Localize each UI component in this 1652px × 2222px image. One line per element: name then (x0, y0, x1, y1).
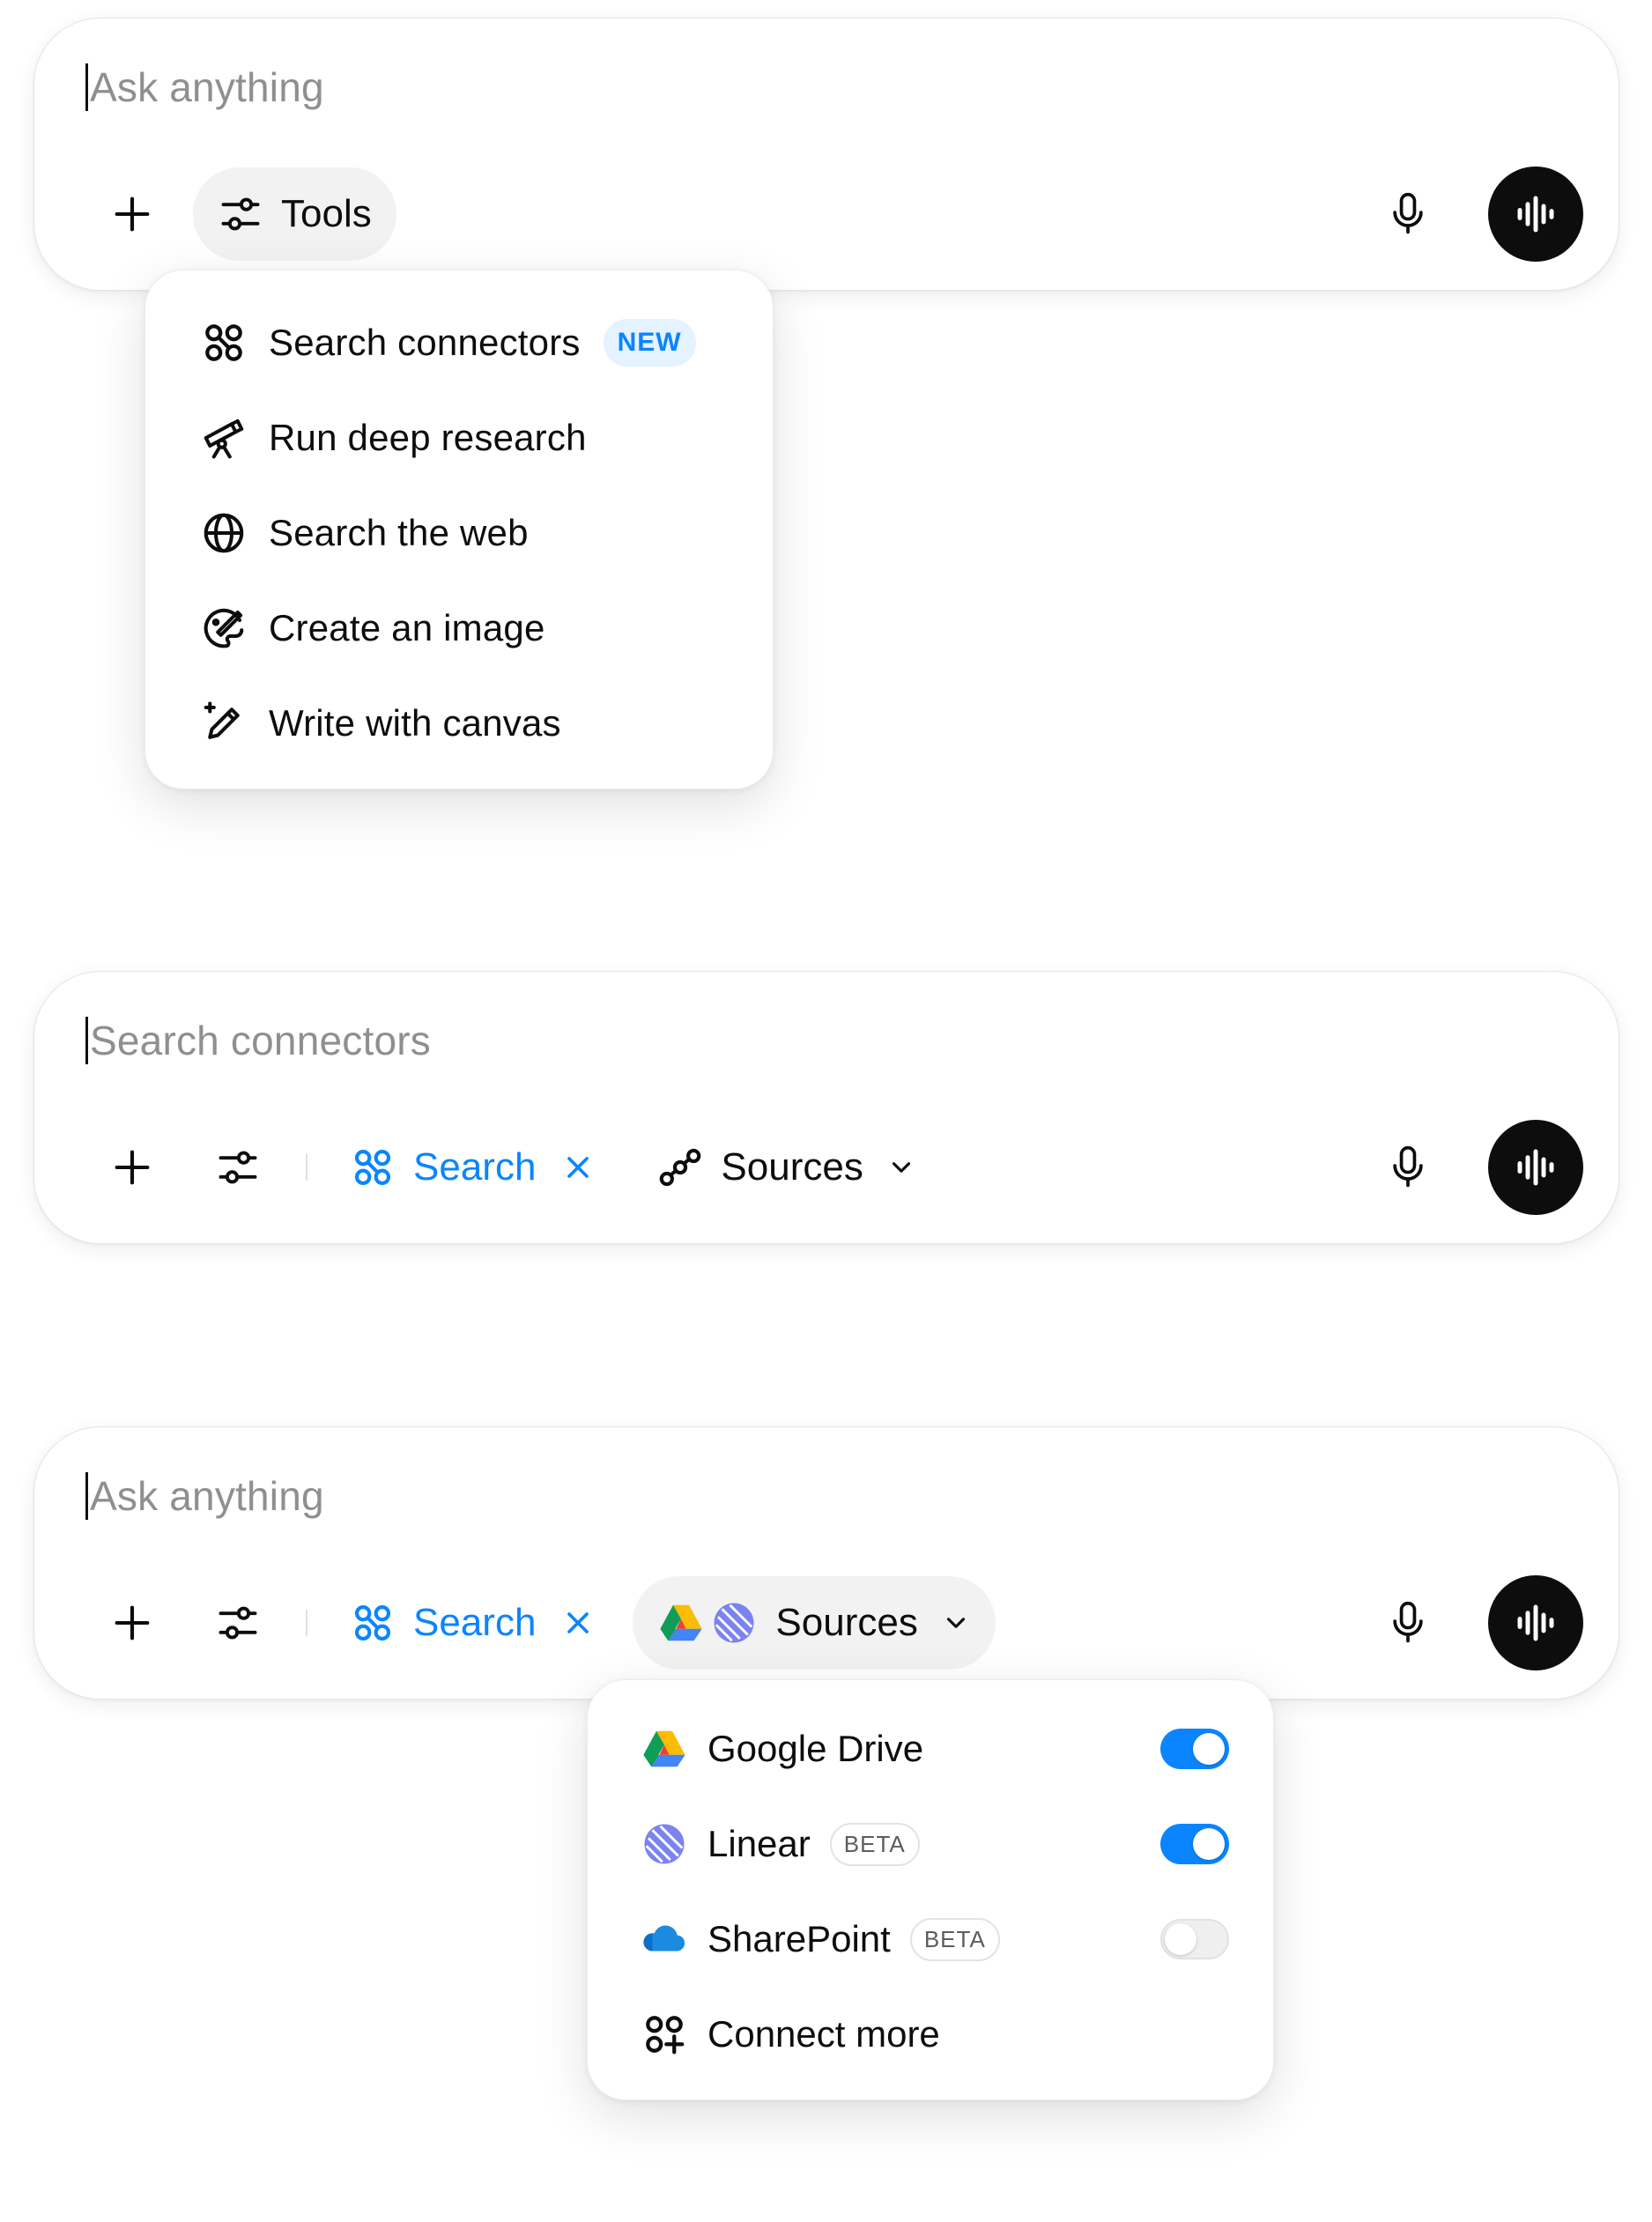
search-connectors-chip[interactable]: Search (327, 1576, 619, 1670)
menu-item-search-web[interactable]: Search the web (145, 485, 773, 581)
chevron-down-icon (941, 1608, 971, 1638)
globe-icon (200, 509, 248, 557)
composer-toolbar: Search Sources (84, 1574, 1583, 1671)
menu-item-create-image[interactable]: Create an image (145, 581, 773, 676)
menu-item-label: Search connectors (269, 322, 581, 363)
sliders-icon (215, 1144, 261, 1190)
composer-search-connectors: Search connectors Search Sources (33, 971, 1619, 1244)
menu-item-label: Run deep research (269, 417, 587, 458)
dictate-button[interactable] (1359, 1119, 1456, 1216)
source-item-google-drive[interactable]: Google Drive (588, 1701, 1273, 1796)
connect-more-item[interactable]: Connect more (588, 1987, 1273, 2082)
text-caret (85, 1017, 88, 1064)
tools-button[interactable]: Tools (193, 167, 396, 261)
sources-button[interactable]: Sources (633, 1121, 940, 1214)
microphone-icon (1388, 191, 1428, 237)
dictate-button[interactable] (1359, 166, 1456, 263)
toggle-knob (1165, 1923, 1196, 1955)
menu-item-label: Search the web (269, 512, 529, 553)
sources-button[interactable]: Sources (633, 1576, 996, 1670)
waveform-icon (1512, 190, 1559, 238)
search-chip-label: Search (413, 1601, 537, 1644)
sliders-icon (218, 191, 263, 237)
plus-icon (109, 191, 155, 237)
prompt-placeholder: Ask anything (90, 1473, 324, 1519)
dictate-button[interactable] (1359, 1574, 1456, 1671)
pen-sparkle-icon (200, 700, 248, 747)
sharepoint-icon (641, 1915, 688, 1963)
sliders-icon (215, 1600, 261, 1646)
google-drive-icon (657, 1599, 705, 1647)
toolbar-divider (306, 1610, 307, 1636)
source-label: Linear (707, 1823, 811, 1864)
beta-badge: BETA (829, 1822, 920, 1866)
linear-icon (641, 1820, 688, 1868)
source-logos (657, 1599, 758, 1647)
connectors-icon (350, 1144, 396, 1190)
add-button[interactable] (84, 166, 181, 263)
connectors-icon (200, 319, 248, 367)
close-icon[interactable] (560, 1605, 596, 1641)
toggle-knob (1193, 1733, 1225, 1765)
telescope-icon (200, 414, 248, 462)
google-drive-icon (641, 1725, 688, 1773)
source-label: Google Drive (707, 1728, 924, 1769)
composer-toolbar: Search Sources (84, 1119, 1583, 1216)
sources-label: Sources (775, 1601, 918, 1644)
waveform-icon (1512, 1144, 1559, 1191)
beta-badge: BETA (909, 1917, 1000, 1961)
linear-icon (710, 1599, 758, 1647)
microphone-icon (1388, 1144, 1428, 1190)
source-item-linear[interactable]: Linear BETA (588, 1796, 1273, 1892)
voice-mode-button[interactable] (1488, 167, 1583, 262)
palette-icon (200, 604, 248, 652)
prompt-input[interactable]: Ask anything (85, 1468, 324, 1524)
prompt-input[interactable]: Ask anything (85, 59, 324, 115)
add-button[interactable] (84, 1119, 181, 1216)
connect-more-icon (641, 2011, 688, 2058)
chevron-down-icon (886, 1152, 916, 1182)
prompt-input[interactable]: Search connectors (85, 1012, 431, 1069)
sources-label: Sources (721, 1145, 863, 1189)
microphone-icon (1388, 1600, 1428, 1646)
tools-menu: Search connectors NEW Run deep research … (144, 270, 774, 789)
new-badge: NEW (603, 319, 696, 367)
sources-icon (657, 1144, 703, 1190)
connect-more-label: Connect more (707, 2013, 940, 2055)
toggle-knob (1193, 1828, 1225, 1860)
waveform-icon (1512, 1599, 1559, 1647)
menu-item-search-connectors[interactable]: Search connectors NEW (145, 295, 773, 390)
sharepoint-toggle[interactable] (1160, 1919, 1229, 1959)
composer-toolbar: Tools (84, 166, 1583, 263)
source-label: SharePoint (707, 1918, 891, 1959)
tools-button[interactable] (189, 1119, 286, 1216)
search-connectors-chip[interactable]: Search (327, 1121, 619, 1214)
tools-label: Tools (281, 192, 372, 235)
menu-item-label: Write with canvas (269, 702, 561, 744)
linear-toggle[interactable] (1160, 1824, 1229, 1864)
menu-item-deep-research[interactable]: Run deep research (145, 390, 773, 485)
composer-ask-anything: Ask anything Tools (33, 18, 1619, 291)
menu-item-write-canvas[interactable]: Write with canvas (145, 676, 773, 771)
prompt-placeholder: Ask anything (90, 64, 324, 110)
tools-button[interactable] (189, 1574, 286, 1671)
plus-icon (109, 1144, 155, 1190)
source-item-sharepoint[interactable]: SharePoint BETA (588, 1892, 1273, 1987)
prompt-placeholder: Search connectors (90, 1018, 431, 1063)
composer-with-sources: Ask anything Search Sources (33, 1426, 1619, 1700)
toolbar-divider (306, 1154, 307, 1181)
plus-icon (109, 1600, 155, 1646)
text-caret (85, 63, 88, 111)
voice-mode-button[interactable] (1488, 1120, 1583, 1215)
text-caret (85, 1472, 88, 1520)
menu-item-label: Create an image (269, 607, 545, 648)
google-drive-toggle[interactable] (1160, 1729, 1229, 1769)
close-icon[interactable] (560, 1150, 596, 1185)
add-button[interactable] (84, 1574, 181, 1671)
search-chip-label: Search (413, 1145, 537, 1189)
voice-mode-button[interactable] (1488, 1575, 1583, 1670)
connectors-icon (350, 1600, 396, 1646)
sources-menu: Google Drive Linear BETA SharePoint BETA… (587, 1679, 1274, 2100)
